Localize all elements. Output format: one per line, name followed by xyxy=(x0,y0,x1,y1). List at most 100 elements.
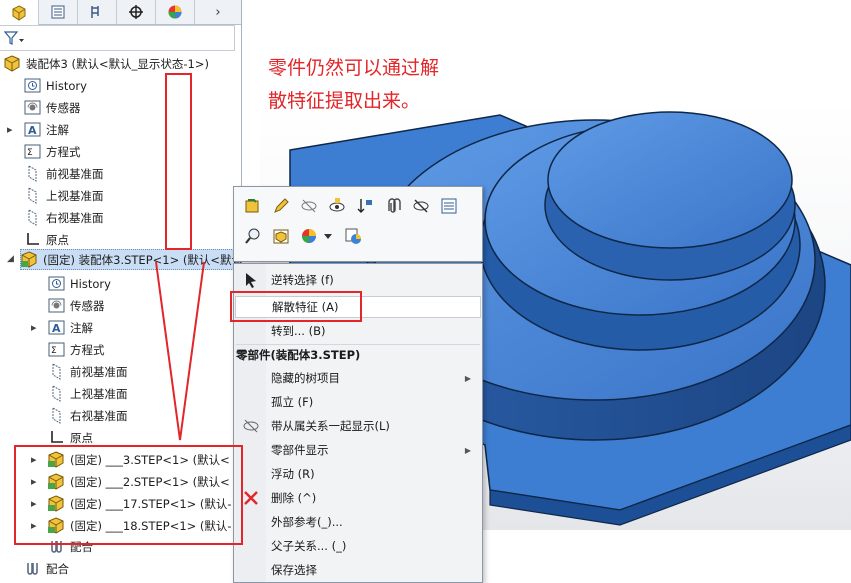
tree-item-part-0[interactable]: (固定) ___3.STEP<1> (默认< xyxy=(48,449,230,470)
menu-item-section-0[interactable]: 隐藏的树项目 ▶ xyxy=(235,367,481,389)
tree-item-top-0[interactable]: History xyxy=(24,75,87,96)
context-menu: 逆转选择 (f) 解散特征 (A) 转到... (B) 零部件(装配体3.STE… xyxy=(233,263,483,583)
zoom-to-selection-icon[interactable] xyxy=(242,225,264,247)
open-part-icon[interactable] xyxy=(242,195,264,217)
hide-icon[interactable] xyxy=(298,195,320,217)
expand-arrow-icon[interactable]: ▸ xyxy=(31,519,39,532)
annotation-note-line-1: 零件仍然可以通过解 xyxy=(268,57,440,79)
menu-item-dissolve-feature[interactable]: 解散特征 (A) xyxy=(235,296,481,318)
filter-funnel-icon[interactable] xyxy=(3,30,24,49)
tree-item-top-5[interactable]: 上视基准面 xyxy=(24,185,104,206)
tree-item-label: 传感器 xyxy=(46,100,81,115)
tree-item-label: 右视基准面 xyxy=(70,408,128,423)
menu-item-section-1[interactable]: 孤立 (F) xyxy=(235,391,481,413)
svg-text:Σ: Σ xyxy=(51,346,57,356)
appearance-icon[interactable] xyxy=(298,225,320,247)
tree-filter-bar[interactable] xyxy=(0,25,235,51)
menu-item-section-4[interactable]: 浮动 (R) xyxy=(235,463,481,485)
tree-item-sub-0[interactable]: History xyxy=(48,273,111,294)
menu-item-label: 保存选择 xyxy=(271,563,317,577)
tree-item-label: 上视基准面 xyxy=(70,386,128,401)
part-icon xyxy=(48,517,65,534)
more-tabs-chevron-icon[interactable]: › xyxy=(195,0,241,24)
tree-item-sub-1[interactable]: 传感器 xyxy=(48,295,105,316)
tree-item-label: (固定) ___18.STEP<1> (默认- xyxy=(70,518,232,533)
tree-item-sub-3[interactable]: Σ 方程式 xyxy=(48,339,105,360)
tree-root-assembly[interactable]: 装配体3 (默认<默认_显示状态-1>) xyxy=(4,53,209,74)
history-icon xyxy=(48,275,65,292)
menu-item-go-to[interactable]: 转到... (B) xyxy=(235,320,481,342)
dimxpert-tab-icon[interactable] xyxy=(117,0,156,24)
submenu-arrow-icon: ▶ xyxy=(464,373,471,383)
menu-item-section-7[interactable]: 父子关系... (_) xyxy=(235,535,481,557)
menu-item-reverse-selection[interactable]: 逆转选择 (f) xyxy=(235,269,481,291)
plane-icon xyxy=(48,407,65,424)
cursor-icon xyxy=(241,270,261,290)
menu-section-title: 零部件(装配体3.STEP) xyxy=(236,348,361,362)
tree-mates-sub[interactable]: 配合 xyxy=(48,536,93,557)
feature-manager-tab-icon[interactable] xyxy=(0,0,39,25)
tree-item-top-3[interactable]: Σ 方程式 xyxy=(24,141,81,162)
tree-item-sub-5[interactable]: 上视基准面 xyxy=(48,383,128,404)
edit-part-icon[interactable] xyxy=(270,195,292,217)
menu-separator xyxy=(236,344,480,345)
sort-order-icon[interactable] xyxy=(354,195,376,217)
annotation-icon: A xyxy=(24,121,41,138)
svg-text:Σ: Σ xyxy=(27,148,33,158)
tree-item-label: 右视基准面 xyxy=(46,210,104,225)
origin-icon xyxy=(48,429,65,446)
tree-root-label: 装配体3 (默认<默认_显示状态-1>) xyxy=(26,56,209,71)
property-manager-tab-icon[interactable] xyxy=(39,0,78,24)
expand-arrow-icon[interactable]: ▸ xyxy=(31,321,39,334)
menu-item-section-2[interactable]: 带从属关系一起显示(L) xyxy=(235,415,481,437)
plane-icon xyxy=(48,385,65,402)
suppress-icon[interactable] xyxy=(410,195,432,217)
menu-item-label: 孤立 (F) xyxy=(271,395,314,409)
tree-item-sub-6[interactable]: 右视基准面 xyxy=(48,405,128,426)
expand-arrow-icon[interactable]: ▸ xyxy=(31,453,39,466)
tree-item-label: 方程式 xyxy=(70,342,105,357)
component-properties-icon[interactable] xyxy=(270,225,292,247)
tree-item-top-4[interactable]: 前视基准面 xyxy=(24,163,104,184)
display-manager-tab-icon[interactable] xyxy=(156,0,195,24)
menu-item-section-5[interactable]: 删除 (^) xyxy=(235,487,481,509)
assembly-icon xyxy=(4,55,21,72)
menu-item-section-3[interactable]: 零部件显示 ▶ xyxy=(235,439,481,461)
plane-icon xyxy=(48,363,65,380)
tree-item-sub-2[interactable]: A 注解 xyxy=(48,317,93,338)
tree-item-label: History xyxy=(70,276,111,291)
tree-item-part-3[interactable]: (固定) ___18.STEP<1> (默认- xyxy=(48,515,232,536)
menu-item-section-6[interactable]: 外部参考(_)... xyxy=(235,511,481,533)
change-transparency-icon[interactable] xyxy=(326,195,348,217)
configuration-manager-tab-icon[interactable] xyxy=(78,0,117,24)
tree-item-label: 原点 xyxy=(70,430,93,445)
tree-sub-assembly[interactable]: (固定) 装配体3.STEP<1> (默认<默认 xyxy=(20,249,242,270)
tree-item-sub-4[interactable]: 前视基准面 xyxy=(48,361,128,382)
tree-item-top-1[interactable]: 传感器 xyxy=(24,97,81,118)
expand-arrow-icon[interactable]: ▸ xyxy=(31,475,39,488)
sensor-icon xyxy=(48,297,65,314)
expand-arrow-icon[interactable]: ▸ xyxy=(7,123,15,136)
attachment-icon[interactable] xyxy=(382,195,404,217)
tree-item-sub-7[interactable]: 原点 xyxy=(48,427,93,448)
sub-assembly-label: (固定) 装配体3.STEP<1> (默认<默认 xyxy=(43,252,242,267)
tree-item-top-7[interactable]: 原点 xyxy=(24,229,69,250)
menu-item-section-8[interactable]: 保存选择 xyxy=(235,559,481,581)
assembly-transparency-icon[interactable] xyxy=(342,225,364,247)
panel-tab-bar: › xyxy=(0,0,241,25)
properties-icon[interactable] xyxy=(438,195,460,217)
collapse-arrow-icon[interactable]: ◢ xyxy=(7,254,15,264)
tree-item-part-2[interactable]: (固定) ___17.STEP<1> (默认- xyxy=(48,493,232,514)
expand-arrow-icon[interactable]: ▸ xyxy=(31,497,39,510)
tree-item-top-2[interactable]: A 注解 xyxy=(24,119,69,140)
tree-item-part-1[interactable]: (固定) ___2.STEP<1> (默认< xyxy=(48,471,230,492)
tree-mates-root[interactable]: 配合 xyxy=(24,558,69,575)
part-icon xyxy=(48,473,65,490)
annotation-icon: A xyxy=(48,319,65,336)
tree-item-top-6[interactable]: 右视基准面 xyxy=(24,207,104,228)
origin-icon xyxy=(24,231,41,248)
dropdown-arrow-icon[interactable] xyxy=(322,225,334,247)
equation-icon: Σ xyxy=(48,341,65,358)
mates-icon xyxy=(24,560,41,575)
assembly-icon xyxy=(21,251,38,268)
